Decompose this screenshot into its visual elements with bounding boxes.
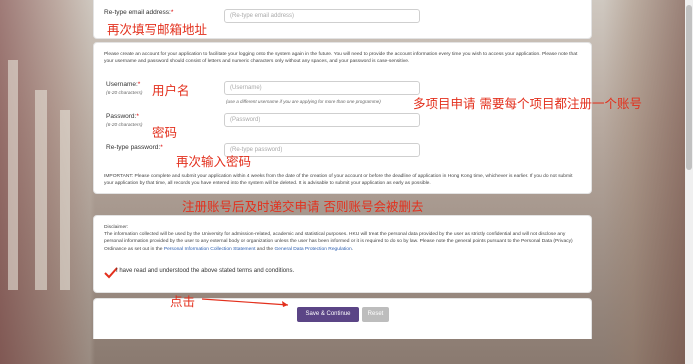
annotation-username: 用户名 bbox=[152, 83, 190, 98]
username-input[interactable]: (Username) bbox=[224, 81, 420, 95]
username-label: Username:* bbox=[106, 81, 141, 88]
username-note: (use a different username if you are app… bbox=[226, 99, 381, 104]
username-hint: (6-20 characters) bbox=[106, 91, 143, 96]
save-continue-button[interactable]: Save & Continue bbox=[297, 307, 359, 322]
retype-password-label: Re-type password:* bbox=[106, 144, 163, 151]
password-hint: (6-20 characters) bbox=[106, 123, 143, 128]
annotation-retype-password: 再次输入密码 bbox=[176, 154, 252, 169]
retype-email-label: Re-type email address:* bbox=[104, 9, 174, 16]
arrow-icon bbox=[201, 298, 289, 307]
background-pillar bbox=[35, 90, 47, 290]
scrollbar-thumb[interactable] bbox=[686, 5, 692, 170]
background-pillar bbox=[60, 110, 70, 290]
annotation-per-programme: 多项目申请 需要每个项目都注册一个账号 bbox=[413, 96, 642, 111]
background-pillar bbox=[8, 60, 18, 290]
annotation-password: 密码 bbox=[152, 125, 178, 140]
annotation-click: 点击 bbox=[170, 294, 196, 309]
gdpr-link[interactable]: General Data Protection Regulation bbox=[274, 247, 351, 252]
annotation-retype-email: 再次填写邮箱地址 bbox=[107, 22, 208, 37]
password-input[interactable]: (Password) bbox=[224, 113, 420, 127]
account-panel: Please create an account for your applic… bbox=[93, 42, 592, 194]
retype-email-input[interactable]: (Re-type email address) bbox=[224, 9, 420, 23]
important-note: IMPORTANT: Please complete and submit yo… bbox=[104, 174, 573, 187]
disclaimer-text: The information collected will be used b… bbox=[104, 232, 573, 252]
account-intro: Please create an account for your applic… bbox=[104, 52, 578, 65]
pics-link[interactable]: Personal Information Collection Statemen… bbox=[164, 247, 256, 252]
password-label: Password:* bbox=[106, 113, 139, 120]
agree-label: I have read and understood the above sta… bbox=[116, 268, 295, 274]
annotation-deadline: 注册账号后及时递交申请 否则账号会被删去 bbox=[182, 199, 424, 214]
reset-button[interactable]: Reset bbox=[362, 307, 389, 322]
button-panel: Save & Continue Reset bbox=[93, 298, 592, 339]
retype-password-input[interactable]: (Re-type password) bbox=[224, 143, 420, 157]
disclaimer-panel: Disclaimer: The information collected wi… bbox=[93, 215, 592, 293]
